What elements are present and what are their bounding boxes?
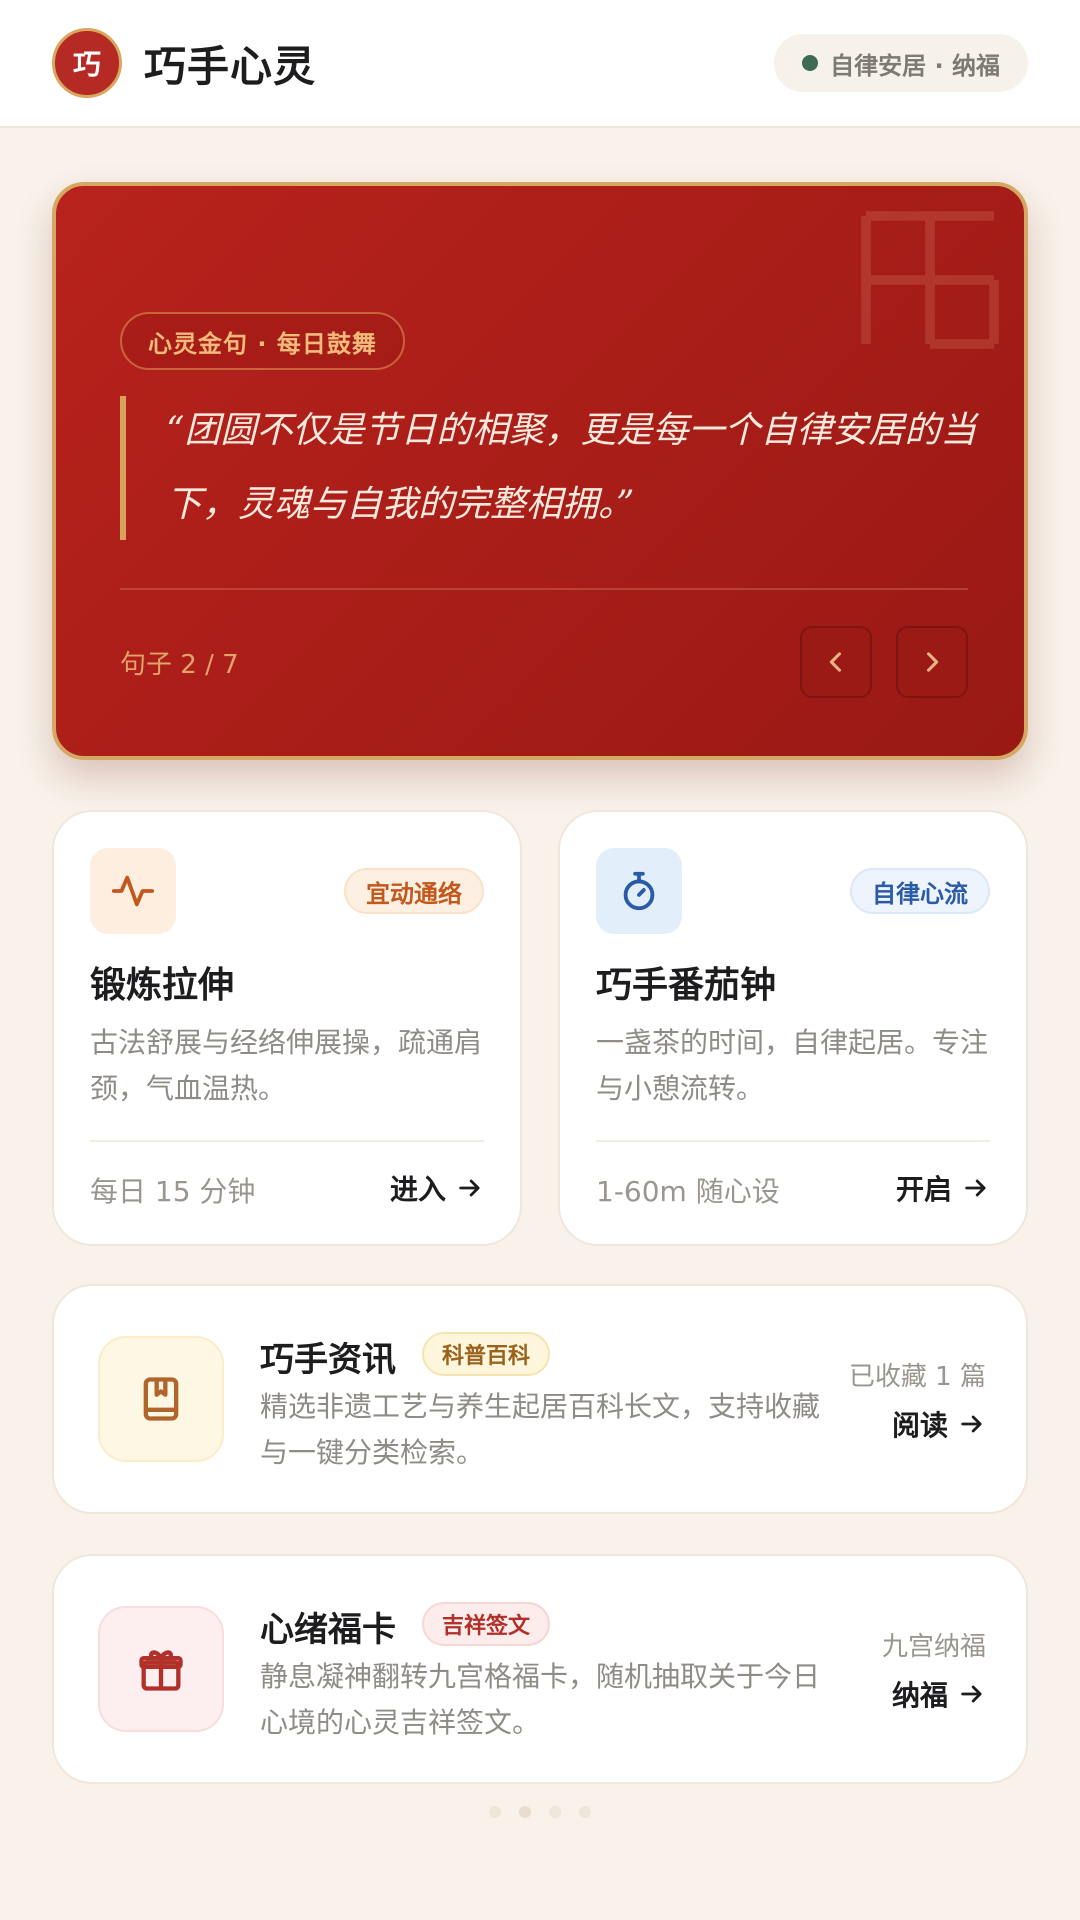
news-saved-count: 已收藏 1 篇	[848, 1362, 986, 1392]
pomodoro-description: 一盏茶的时间，自律起居。专注与小憩流转。	[596, 1026, 989, 1105]
next-quote-button[interactable]	[896, 626, 968, 698]
page-dot-active	[519, 1806, 531, 1818]
wan-symbol-icon	[861, 211, 999, 349]
news-tag: 科普百科	[422, 1332, 551, 1376]
page-dot	[579, 1806, 591, 1818]
status-dot-icon	[802, 55, 819, 71]
pulse-icon	[90, 848, 176, 934]
pomodoro-card[interactable]: 自律心流 巧手番茄钟 一盏茶的时间，自律起居。专注与小憩流转。 1-60m 随心…	[558, 810, 1028, 1246]
exercise-card[interactable]: 宜动通络 锻炼拉伸 古法舒展与经络伸展操，疏通肩颈，气血温热。 每日 15 分钟…	[52, 810, 522, 1246]
app-logo: 巧	[52, 28, 122, 98]
chevron-left-icon	[829, 652, 842, 672]
fortune-subtitle: 九宫纳福	[881, 1632, 986, 1662]
quote-text: “团圆不仅是节日的相聚，更是每一个自律安居的当下，灵魂与自我的完整相拥。”	[166, 410, 977, 525]
previous-quote-button[interactable]	[800, 626, 872, 698]
fortune-description: 静息凝神翻转九宫格福卡，随机抽取关于今日心境的心灵吉祥签文。	[260, 1660, 821, 1739]
pomodoro-range: 1-60m 随心设	[596, 1175, 780, 1208]
page-indicator	[0, 1806, 1080, 1818]
arrow-right-icon	[961, 1415, 982, 1433]
fortune-card[interactable]: 心绪福卡 吉祥签文 静息凝神翻转九宫格福卡，随机抽取关于今日心境的心灵吉祥签文。…	[52, 1554, 1028, 1784]
news-description: 精选非遗工艺与养生起居百科长文，支持收藏与一键分类检索。	[260, 1390, 821, 1469]
exercise-title: 锻炼拉伸	[90, 965, 235, 1006]
fortune-draw-label: 纳福	[891, 1679, 948, 1712]
quote-card: 心灵金句 · 每日鼓舞 “团圆不仅是节日的相聚，更是每一个自律安居的当下，灵魂与…	[52, 182, 1028, 760]
chevron-right-icon	[926, 652, 939, 672]
arrow-right-icon	[961, 1685, 982, 1703]
exercise-duration: 每日 15 分钟	[90, 1175, 256, 1208]
fortune-draw-button[interactable]: 纳福	[892, 1674, 986, 1714]
exercise-tag: 宜动通络	[344, 868, 484, 914]
app-header: 巧 巧手心灵 自律安居 · 纳福	[0, 0, 1080, 128]
gift-icon	[98, 1606, 224, 1732]
news-read-label: 阅读	[891, 1409, 948, 1442]
news-read-button[interactable]: 阅读	[892, 1404, 986, 1444]
news-title: 巧手资讯	[260, 1340, 396, 1380]
news-card[interactable]: 巧手资讯 科普百科 精选非遗工艺与养生起居百科长文，支持收藏与一键分类检索。 已…	[52, 1284, 1028, 1514]
quote-tag: 心灵金句 · 每日鼓舞	[120, 312, 405, 370]
pomodoro-start-label: 开启	[895, 1173, 952, 1206]
app-title: 巧手心灵	[144, 41, 317, 91]
status-label: 自律安居 · 纳福	[830, 51, 1000, 80]
exercise-enter-label: 进入	[389, 1173, 446, 1206]
arrow-right-icon	[965, 1179, 986, 1197]
exercise-description: 古法舒展与经络伸展操，疏通肩颈，气血温热。	[90, 1026, 483, 1105]
book-icon	[98, 1336, 224, 1462]
status-badge[interactable]: 自律安居 · 纳福	[774, 34, 1028, 92]
fortune-title: 心绪福卡	[260, 1610, 396, 1650]
page-dot	[549, 1806, 561, 1818]
quote-accent-bar	[120, 396, 126, 540]
page-dot	[489, 1806, 501, 1818]
exercise-enter-button[interactable]: 进入	[390, 1168, 484, 1208]
pomodoro-tag: 自律心流	[850, 868, 990, 914]
arrow-right-icon	[459, 1179, 480, 1197]
divider	[90, 1140, 484, 1142]
pomodoro-start-button[interactable]: 开启	[896, 1168, 990, 1208]
quote-counter: 句子 2 / 7	[120, 650, 239, 680]
divider	[120, 588, 968, 590]
stopwatch-icon	[596, 848, 682, 934]
pomodoro-title: 巧手番茄钟	[596, 965, 777, 1006]
fortune-tag: 吉祥签文	[422, 1602, 551, 1646]
divider	[596, 1140, 990, 1142]
